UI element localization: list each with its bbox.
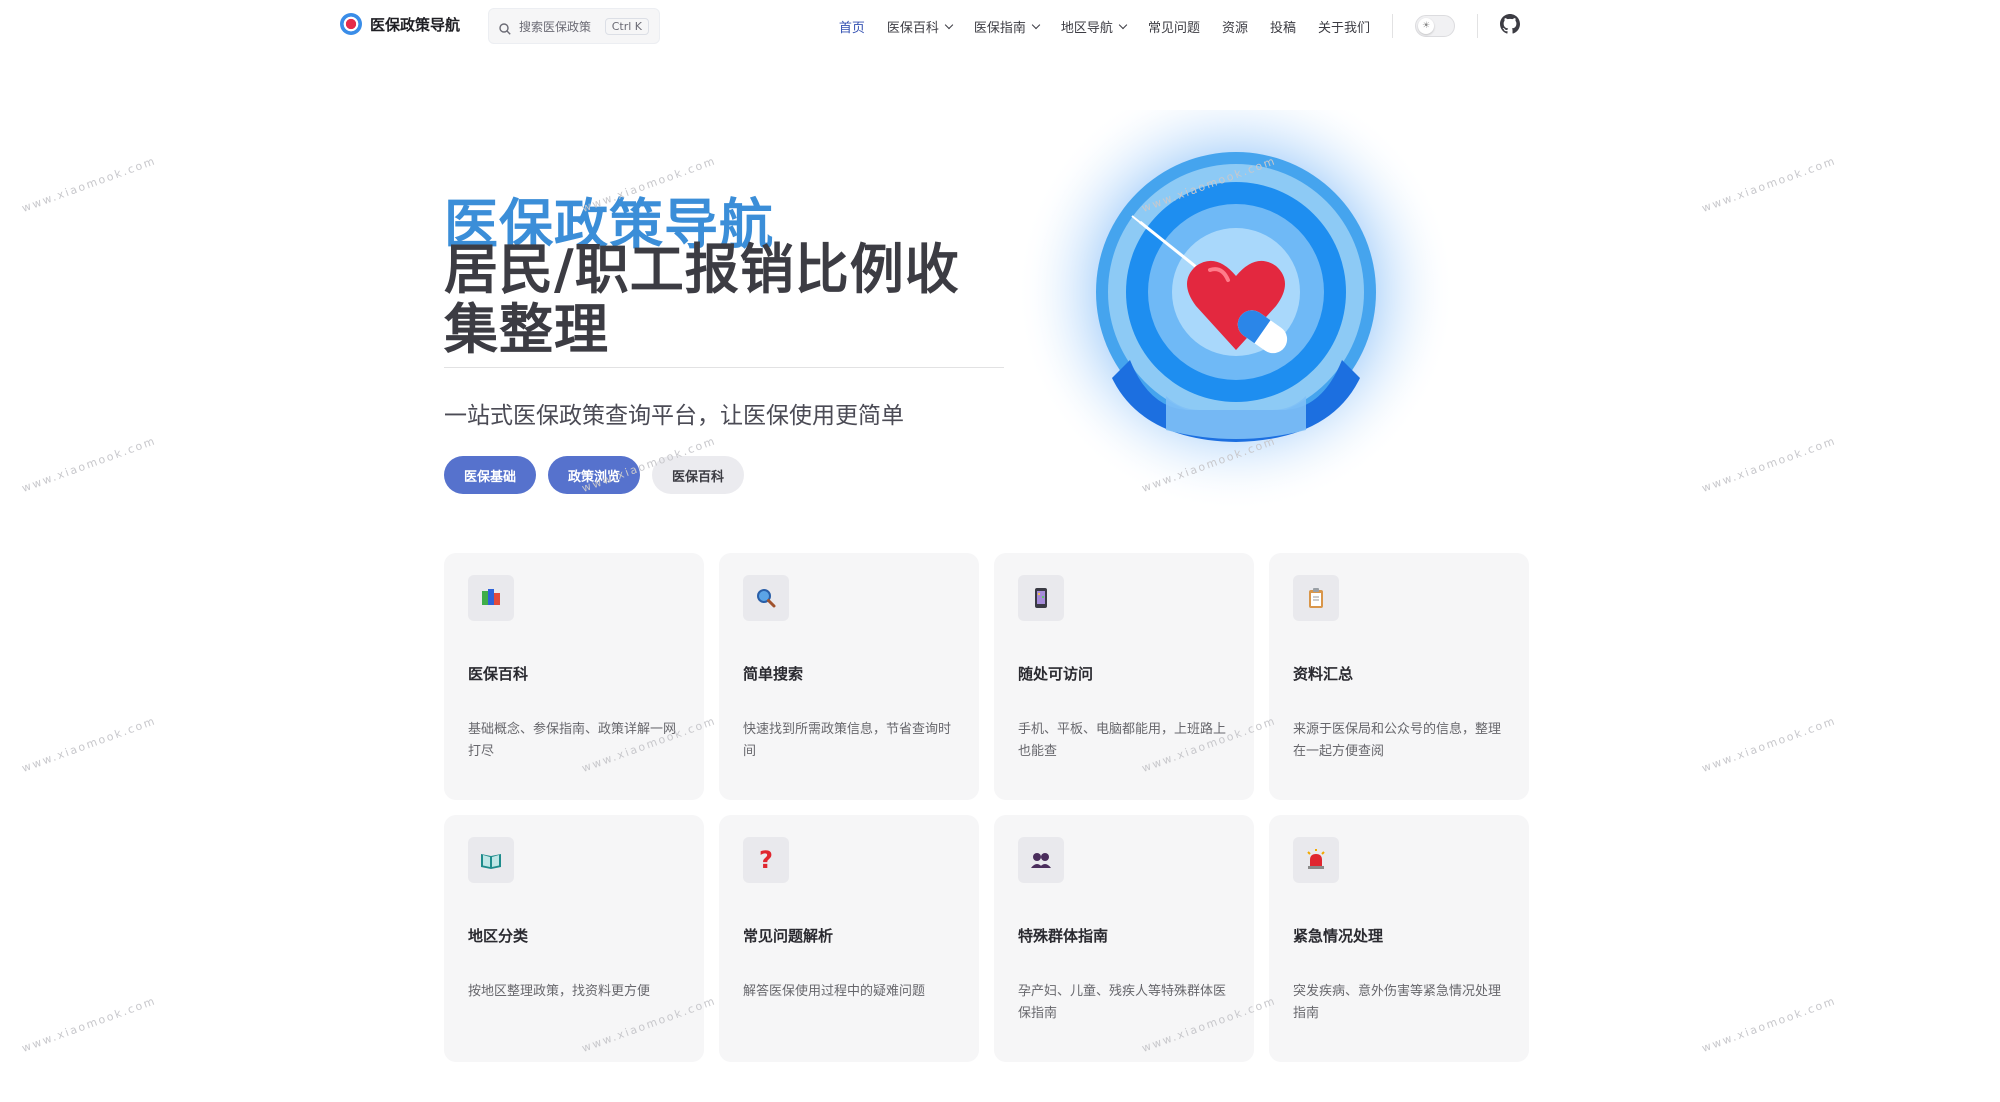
watermark: www.xiaomook.com	[20, 994, 159, 1055]
nav-item-home[interactable]: 首页	[839, 17, 865, 36]
feature-card[interactable]: 医保百科 基础概念、参保指南、政策详解一网打尽	[444, 553, 704, 800]
sun-icon: ☀	[1418, 18, 1434, 34]
nav-item-region[interactable]: 地区导航	[1060, 17, 1128, 36]
magnifier-icon	[743, 575, 789, 621]
features-grid: 医保百科 基础概念、参保指南、政策详解一网打尽 简单搜索 快速找到所需政策信息，…	[444, 553, 1530, 1062]
chevron-down-icon	[1031, 20, 1041, 29]
nav-item-submit[interactable]: 投稿	[1270, 17, 1296, 36]
feature-card[interactable]: 简单搜索 快速找到所需政策信息，节省查询时间	[719, 553, 979, 800]
top-nav: 医保政策导航 搜索医保政策 Ctrl K 首页 医保百科 医保指南 地区导航 常…	[0, 0, 2000, 52]
nav-item-faq[interactable]: 常见问题	[1148, 17, 1200, 36]
nav-item-label: 关于我们	[1317, 20, 1370, 36]
github-icon	[1500, 14, 1520, 34]
hero-tagline: 一站式医保政策查询平台，让医保使用更简单	[444, 403, 904, 429]
clipboard-icon	[1293, 575, 1339, 621]
nav-item-label: 常见问题	[1147, 20, 1200, 36]
feature-desc: 快速找到所需政策信息，节省查询时间	[743, 722, 952, 759]
brand-link[interactable]: 医保政策导航	[340, 13, 460, 35]
nav-item-guide[interactable]: 医保指南	[973, 17, 1041, 36]
feature-title: 特殊群体指南	[1018, 927, 1109, 945]
search-icon	[499, 20, 511, 35]
nav-item-encyclopedia[interactable]: 医保百科	[886, 17, 954, 36]
search-shortcut: Ctrl K	[604, 17, 649, 35]
feature-desc: 来源于医保局和公众号的信息，整理在一起方便查阅	[1293, 722, 1502, 759]
feature-title: 随处可访问	[1018, 665, 1094, 683]
action-basics-button[interactable]: 医保基础	[444, 456, 537, 494]
chevron-down-icon	[944, 20, 954, 29]
feature-card[interactable]: 随处可访问 手机、平板、电脑都能用，上班路上也能查	[994, 553, 1254, 800]
feature-title: 常见问题解析	[743, 927, 834, 945]
watermark: www.xiaomook.com	[1700, 714, 1839, 775]
feature-title: 紧急情况处理	[1293, 927, 1384, 945]
feature-desc: 解答医保使用过程中的疑难问题	[743, 984, 926, 999]
nav-item-label: 地区导航	[1060, 20, 1113, 36]
alarm-light-icon	[1293, 837, 1339, 883]
nav-item-resources[interactable]: 资源	[1222, 17, 1248, 36]
watermark: www.xiaomook.com	[1700, 994, 1839, 1055]
search-button[interactable]: 搜索医保政策 Ctrl K	[488, 8, 660, 44]
brand-title: 医保政策导航	[370, 15, 461, 34]
feature-desc: 孕产妇、儿童、残疾人等特殊群体医保指南	[1018, 984, 1227, 1021]
nav-divider	[1392, 14, 1393, 38]
feature-desc: 按地区整理政策，找资料更方便	[468, 984, 651, 999]
feature-title: 地区分类	[468, 927, 529, 945]
watermark: www.xiaomook.com	[20, 714, 159, 775]
feature-title: 医保百科	[468, 665, 529, 683]
watermark: www.xiaomook.com	[1700, 434, 1839, 495]
hero-divider	[444, 367, 1004, 368]
hero-text: 居民/职工报销比例收集整理	[444, 238, 960, 361]
books-icon	[468, 575, 514, 621]
nav-menu: 首页 医保百科 医保指南 地区导航 常见问题 资源 投稿 关于我们 ☀	[839, 0, 1520, 52]
nav-item-about[interactable]: 关于我们	[1318, 17, 1370, 36]
open-book-icon	[468, 837, 514, 883]
feature-desc: 突发疾病、意外伤害等紧急情况处理指南	[1293, 984, 1502, 1021]
feature-card[interactable]: ? 常见问题解析 解答医保使用过程中的疑难问题	[719, 815, 979, 1062]
github-link[interactable]	[1500, 14, 1520, 38]
watermark: www.xiaomook.com	[20, 434, 159, 495]
heart-logo-icon	[340, 13, 362, 35]
nav-item-label: 首页	[838, 20, 865, 36]
feature-card[interactable]: 紧急情况处理 突发疾病、意外伤害等紧急情况处理指南	[1269, 815, 1529, 1062]
feature-title: 简单搜索	[743, 665, 804, 683]
chevron-down-icon	[1118, 20, 1128, 29]
watermark: www.xiaomook.com	[20, 154, 159, 215]
nav-item-label: 投稿	[1269, 20, 1296, 36]
appearance-toggle[interactable]: ☀	[1415, 15, 1455, 37]
nav-divider	[1477, 14, 1478, 38]
phone-icon	[1018, 575, 1064, 621]
nav-item-label: 医保指南	[973, 20, 1026, 36]
nav-item-label: 医保百科	[886, 20, 939, 36]
question-mark-icon: ?	[743, 837, 789, 883]
feature-title: 资料汇总	[1293, 665, 1354, 683]
nav-item-label: 资源	[1221, 20, 1248, 36]
search-placeholder: 搜索医保政策	[519, 19, 592, 34]
watermark: www.xiaomook.com	[1700, 154, 1839, 215]
people-icon	[1018, 837, 1064, 883]
feature-card[interactable]: 资料汇总 来源于医保局和公众号的信息，整理在一起方便查阅	[1269, 553, 1529, 800]
